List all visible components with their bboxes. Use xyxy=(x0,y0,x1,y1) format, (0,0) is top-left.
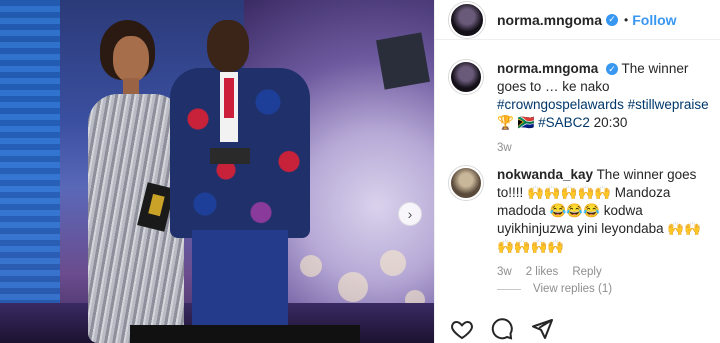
avatar[interactable] xyxy=(449,60,483,94)
verified-badge-icon: ✓ xyxy=(606,13,619,26)
hashtag-link[interactable]: #SABC2 xyxy=(538,115,590,130)
stage-monitor xyxy=(376,32,430,90)
avatar[interactable] xyxy=(449,166,483,200)
hashtag-link[interactable]: #crowngospelawards xyxy=(497,97,624,112)
share-button[interactable] xyxy=(529,316,555,342)
share-icon xyxy=(532,319,553,339)
envelope xyxy=(210,148,250,164)
separator-dot: • xyxy=(624,12,629,27)
caption: norma.mngoma ✓ The winner goes to … ke n… xyxy=(449,60,715,154)
reply-button[interactable]: Reply xyxy=(572,266,601,278)
view-replies-button[interactable]: View replies (1) xyxy=(497,283,612,295)
comment-icon xyxy=(491,318,513,340)
caption-time-text: 20:30 xyxy=(589,115,628,130)
username-link[interactable]: norma.mngoma xyxy=(497,12,602,28)
bokeh-light xyxy=(380,250,406,276)
follow-button[interactable]: Follow xyxy=(632,12,676,28)
like-button[interactable] xyxy=(449,316,475,342)
lectern xyxy=(130,325,360,343)
caption-meta: 3w xyxy=(497,142,715,154)
comment-username[interactable]: nokwanda_kay xyxy=(497,167,593,182)
carousel-next-button[interactable]: › xyxy=(398,202,422,226)
comment-meta: 3w 2 likes Reply xyxy=(497,266,715,278)
caption-username[interactable]: norma.mngoma xyxy=(497,61,598,76)
heart-icon xyxy=(451,320,473,340)
comment: nokwanda_kay The winner goes to!!!! 🙌🙌🙌🙌… xyxy=(449,166,715,278)
chevron-right-icon: › xyxy=(407,206,413,222)
caption-emoji: 🏆 🇿🇦 xyxy=(497,115,539,130)
post-header: norma.mngoma ✓ • Follow xyxy=(435,0,720,40)
avatar[interactable] xyxy=(449,1,485,38)
presenter-man xyxy=(170,20,320,343)
post-image[interactable]: › xyxy=(0,0,434,343)
action-bar xyxy=(449,316,555,342)
post-sidebar: norma.mngoma ✓ • Follow norma.mngoma ✓ T… xyxy=(434,0,720,343)
timestamp[interactable]: 3w xyxy=(497,142,512,154)
verified-badge-icon: ✓ xyxy=(606,63,619,76)
divider-line xyxy=(497,288,521,290)
timestamp[interactable]: 3w xyxy=(497,266,512,278)
comment-button[interactable] xyxy=(489,316,515,342)
bokeh-light xyxy=(338,272,368,302)
likes-count[interactable]: 2 likes xyxy=(526,266,559,278)
hashtag-link[interactable]: #stillwepraise xyxy=(628,97,709,112)
view-replies-label: View replies (1) xyxy=(533,283,613,295)
led-screen-left xyxy=(0,0,60,343)
